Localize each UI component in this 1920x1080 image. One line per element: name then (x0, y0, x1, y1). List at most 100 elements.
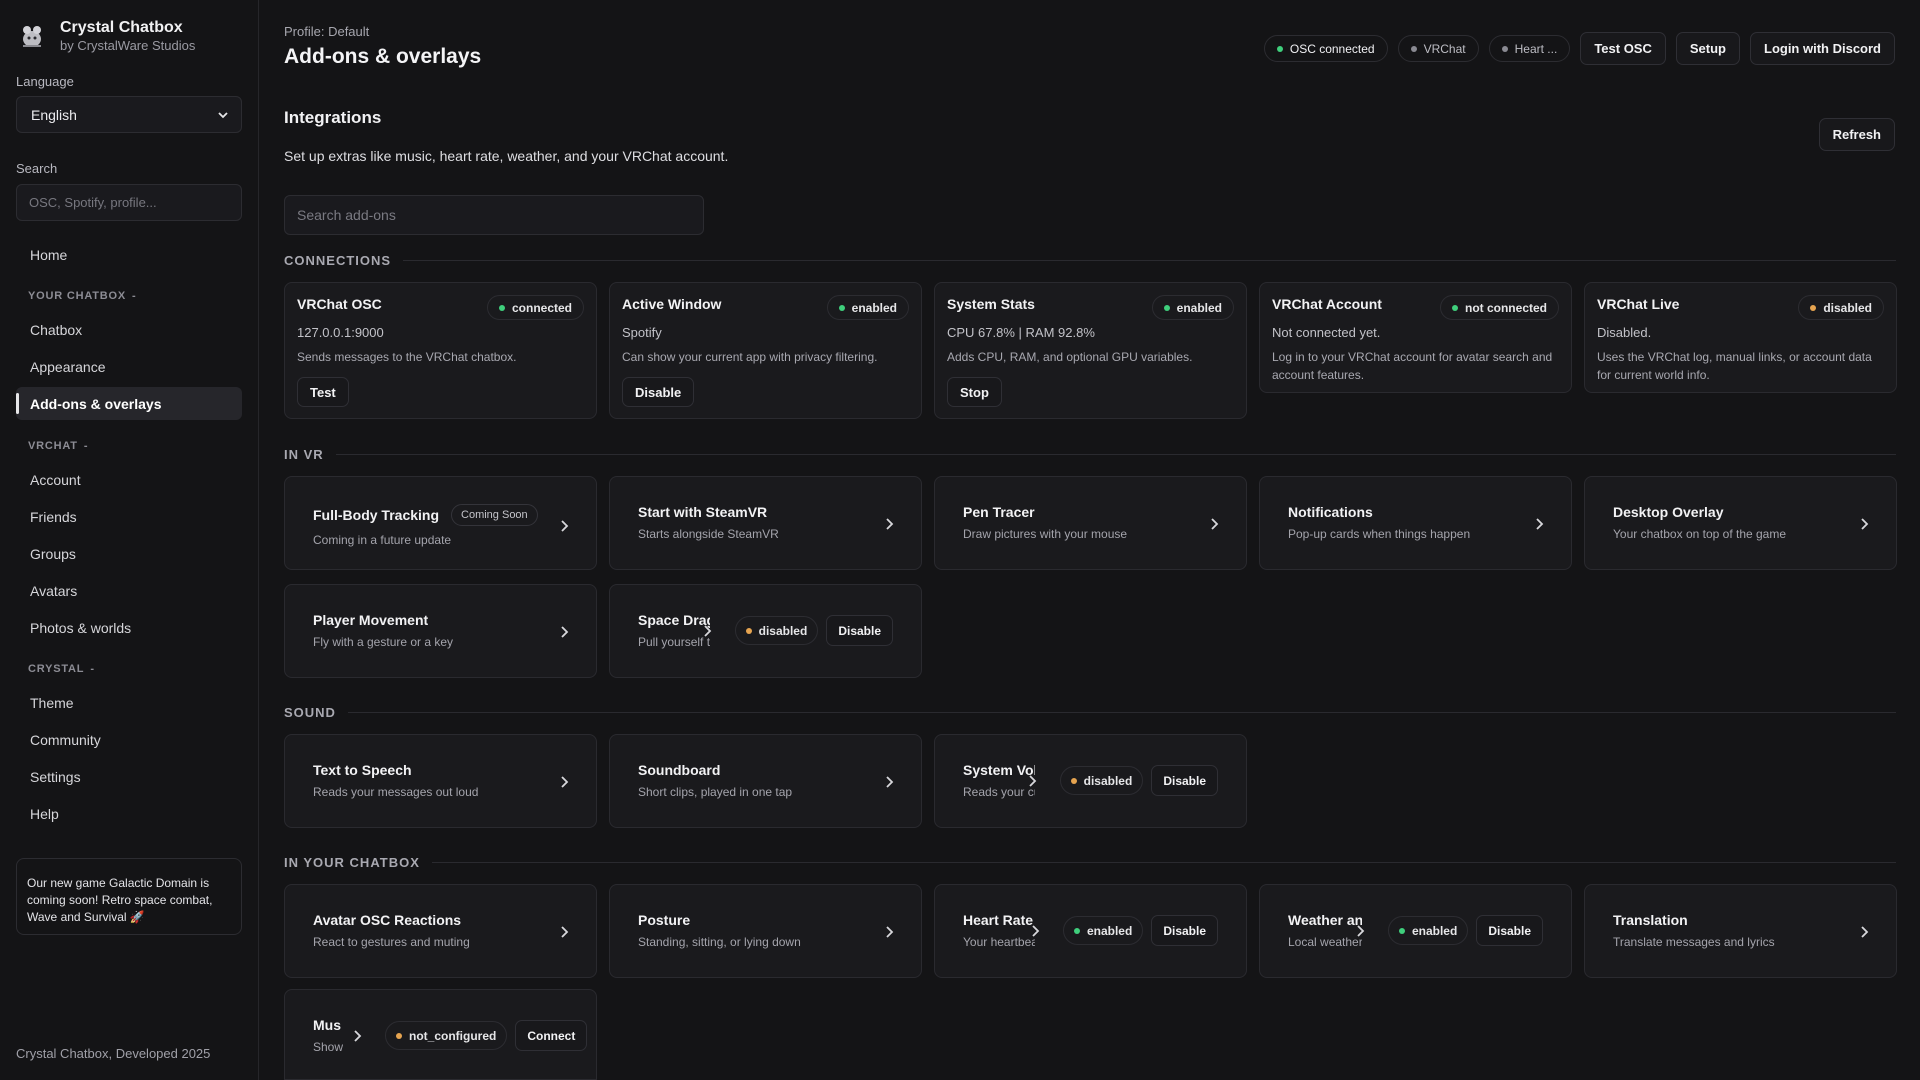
sidebar-item-account[interactable]: Account (16, 463, 242, 496)
integrations-title: Integrations (284, 108, 382, 127)
osc-status-pill[interactable]: OSC connected (1263, 35, 1388, 62)
connection-card-vrchat-account[interactable]: VRChat Account not connected Not connect… (1259, 282, 1572, 393)
section-sound: SOUND (284, 705, 1896, 720)
login-discord-button[interactable]: Login with Discord (1750, 32, 1895, 65)
feature-card-translation[interactable]: Translation Translate messages and lyrics (1584, 884, 1897, 978)
chevron-right-icon (561, 626, 569, 638)
chevron-down-icon (218, 111, 228, 118)
status-dot-icon (1163, 304, 1170, 311)
vrchat-status-pill[interactable]: VRChat (1397, 35, 1479, 62)
connection-card-vrchat-live[interactable]: VRChat Live disabled Disabled. Uses the … (1584, 282, 1897, 393)
status-badge: connected (486, 295, 584, 320)
sidebar-item-community[interactable]: Community (16, 723, 242, 756)
sidebar-item-home[interactable]: Home (16, 238, 242, 271)
feature-card-pen-tracer[interactable]: Pen Tracer Draw pictures with your mouse (934, 476, 1247, 570)
active-window-disable-button[interactable]: Disable (622, 377, 695, 407)
card-subtitle: Show (313, 1040, 343, 1054)
space-drag-disable-button[interactable]: Disable (826, 615, 893, 646)
feature-card-text-to-speech[interactable]: Text to Speech Reads your messages out lo… (284, 734, 597, 828)
status-badge: not_configured (385, 1021, 508, 1050)
feature-card-start-with-steamvr[interactable]: Start with SteamVR Starts alongside Steam… (609, 476, 922, 570)
top-status-bar: OSC connected VRChat Heart ... Test OSC … (1263, 32, 1895, 65)
card-title: Desktop Overlay (1613, 504, 1724, 520)
vrchat-osc-test-button[interactable]: Test (297, 377, 349, 407)
card-description: Can show your current app with privacy f… (622, 350, 878, 364)
language-label: Language (16, 74, 74, 89)
feature-card-system-volume[interactable]: System Vol Reads your cu disabled Disable (934, 734, 1247, 828)
feature-card-player-movement[interactable]: Player Movement Fly with a gesture or a k… (284, 584, 597, 678)
feature-card-posture[interactable]: Posture Standing, sitting, or lying down (609, 884, 922, 978)
feature-card-full-body-tracking[interactable]: Full-Body Tracking Coming Soon Coming in a… (284, 476, 597, 570)
card-title: Heart Rate (963, 912, 1034, 928)
feature-card-heart-rate[interactable]: Heart Rate Your heartbea enabled Disable (934, 884, 1247, 978)
chevron-right-icon (1028, 774, 1036, 787)
section-connections: CONNECTIONS (284, 253, 1896, 268)
feature-card-space-drag[interactable]: Space Drag Pull yourself t disabled Disab… (609, 584, 922, 678)
music-connect-button[interactable]: Connect (515, 1020, 588, 1051)
heart-status-pill[interactable]: Heart ... (1488, 35, 1571, 62)
card-subtitle: Reads your cu (963, 785, 1035, 799)
sidebar-item-chatbox[interactable]: Chatbox (16, 313, 242, 346)
sidebar-item-friends[interactable]: Friends (16, 500, 242, 533)
collapse-icon: - (83, 440, 89, 452)
chevron-right-icon (1536, 518, 1544, 530)
collapse-icon: - (90, 663, 95, 675)
sidebar-item-appearance[interactable]: Appearance (16, 350, 242, 383)
nav-group-crystal[interactable]: CRYSTAL - (28, 663, 95, 675)
language-select[interactable]: English (16, 96, 242, 133)
status-badge: not connected (1439, 295, 1559, 320)
page-title: Add-ons & overlays (284, 45, 482, 68)
card-value: CPU 67.8% | RAM 92.8% (947, 325, 1095, 340)
nav-group-vrchat[interactable]: VRCHAT - (28, 440, 88, 452)
card-subtitle: Your chatbox on top of the game (1613, 527, 1787, 541)
card-title: Mus (313, 1017, 341, 1033)
feature-card-music[interactable]: Mus Show not_configured Connect (284, 989, 597, 1080)
test-osc-button[interactable]: Test OSC (1580, 32, 1666, 65)
card-subtitle: Local weather (1288, 935, 1362, 949)
card-subtitle: Your heartbea (963, 935, 1035, 949)
status-dot-icon (1398, 927, 1405, 934)
status-dot-icon (1451, 304, 1458, 311)
feature-card-soundboard[interactable]: Soundboard Short clips, played in one tap (609, 734, 922, 828)
status-badge: enabled (1062, 916, 1144, 945)
sidebar-item-photos-worlds[interactable]: Photos & worlds (16, 611, 242, 644)
chevron-right-icon (354, 1029, 362, 1042)
card-title: Text to Speech (313, 762, 412, 778)
status-badge: disabled (1798, 295, 1884, 320)
language-value: English (31, 106, 77, 123)
card-title: Translation (1613, 912, 1688, 928)
system-stats-stop-button[interactable]: Stop (947, 377, 1002, 407)
setup-button[interactable]: Setup (1675, 32, 1740, 65)
addon-search-input[interactable] (284, 195, 704, 235)
card-value: Disabled. (1597, 325, 1652, 340)
nav-group-your-chatbox[interactable]: YOUR CHATBOX - (28, 290, 136, 302)
status-dot-icon (1501, 45, 1508, 52)
sidebar-item-help[interactable]: Help (16, 797, 242, 830)
heart-rate-disable-button[interactable]: Disable (1151, 915, 1218, 946)
chevron-right-icon (1211, 518, 1219, 530)
refresh-button[interactable]: Refresh (1818, 118, 1895, 151)
card-description: Log in to your VRChat account for avatar… (1272, 350, 1553, 382)
sidebar-item-theme[interactable]: Theme (16, 686, 242, 719)
sidebar-search-input[interactable] (16, 184, 242, 221)
connection-card-vrchat-osc: VRChat OSC connected 127.0.0.1:9000 Send… (284, 282, 597, 419)
card-subtitle: Pull yourself t (638, 635, 710, 649)
sidebar-item-avatars[interactable]: Avatars (16, 574, 242, 607)
brand: Crystal Chatbox by CrystalWare Studios (18, 18, 195, 54)
feature-card-avatar-osc-reactions[interactable]: Avatar OSC Reactions React to gestures an… (284, 884, 597, 978)
app-logo-icon (23, 26, 41, 47)
weather-disable-button[interactable]: Disable (1476, 915, 1543, 946)
sidebar-item-settings[interactable]: Settings (16, 760, 242, 793)
sidebar-footer: Crystal Chatbox, Developed 2025 (16, 1046, 211, 1061)
status-dot-icon (396, 1032, 402, 1039)
feature-card-notifications[interactable]: Notifications Pop-up cards when things ha… (1259, 476, 1572, 570)
sidebar-item-groups[interactable]: Groups (16, 537, 242, 570)
status-badge: disabled (734, 616, 819, 645)
feature-card-weather[interactable]: Weather an Local weather enabled Disable (1259, 884, 1572, 978)
system-volume-disable-button[interactable]: Disable (1151, 765, 1218, 796)
promo-banner[interactable]: Our new game Galactic Domain is coming s… (16, 858, 242, 935)
card-subtitle: Coming in a future update (313, 533, 452, 547)
sidebar-item-addons[interactable]: Add-ons & overlays (16, 387, 242, 420)
feature-card-desktop-overlay[interactable]: Desktop Overlay Your chatbox on top of th… (1584, 476, 1897, 570)
chevron-right-icon (1032, 924, 1040, 937)
